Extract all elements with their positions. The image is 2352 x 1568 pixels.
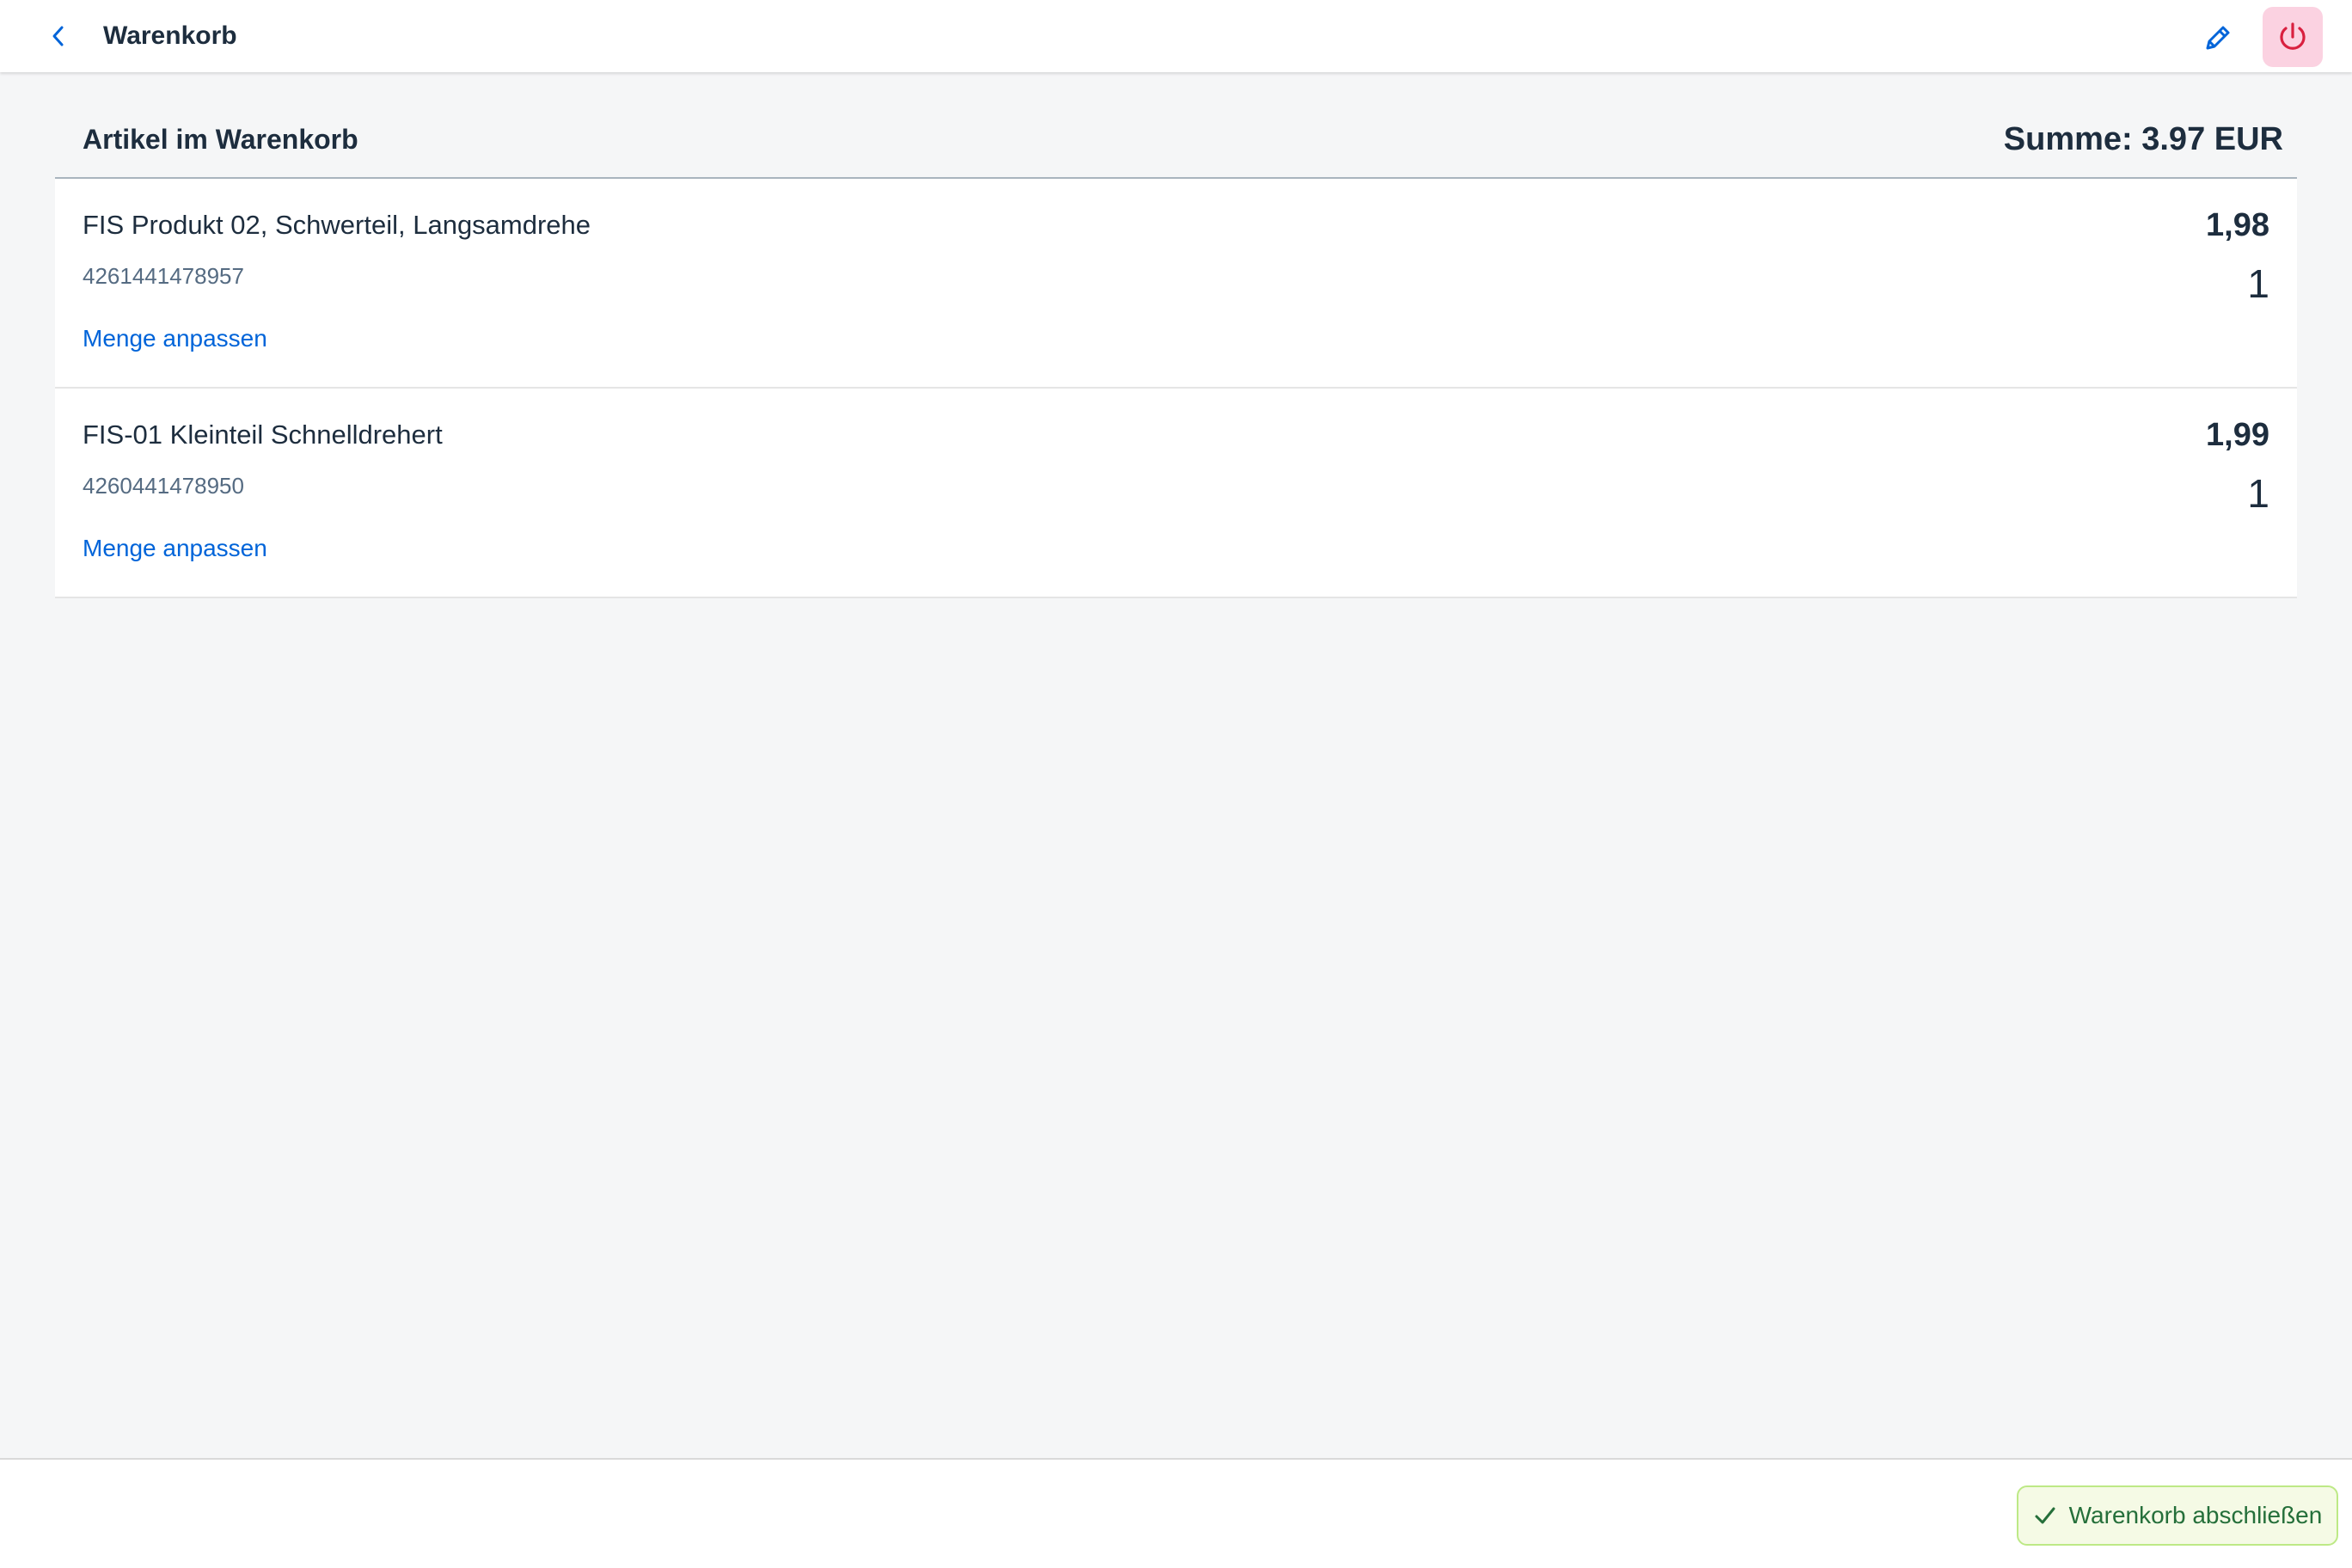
- item-price: 1,99: [2206, 417, 2269, 453]
- complete-cart-button[interactable]: Warenkorb abschließen: [2017, 1485, 2338, 1546]
- pencil-icon: [2206, 26, 2230, 50]
- back-button[interactable]: [38, 15, 79, 57]
- item-price: 1,98: [2206, 207, 2269, 243]
- adjust-quantity-link[interactable]: Menge anpassen: [83, 533, 267, 564]
- cart-item: FIS-01 Kleinteil Schnelldrehert 42604414…: [55, 389, 2297, 598]
- item-name: FIS Produkt 02, Schwerteil, Langsamdrehe: [83, 210, 591, 240]
- adjust-quantity-link[interactable]: Menge anpassen: [83, 323, 267, 354]
- logout-button[interactable]: [2263, 7, 2323, 67]
- page-title: Warenkorb: [103, 21, 237, 50]
- checkmark-icon: [2035, 1507, 2055, 1524]
- item-name: FIS-01 Kleinteil Schnelldrehert: [83, 420, 443, 450]
- item-quantity: 1: [2247, 471, 2269, 516]
- cart-item: FIS Produkt 02, Schwerteil, Langsamdrehe…: [55, 179, 2297, 389]
- cart-list-title: Artikel im Warenkorb: [83, 124, 358, 155]
- item-quantity: 1: [2247, 261, 2269, 306]
- cart-total-sum: Summe: 3.97 EUR: [2003, 121, 2283, 157]
- footer-toolbar: Warenkorb abschließen: [0, 1458, 2352, 1568]
- item-ean: 4260441478950: [83, 473, 244, 499]
- power-icon: [2280, 22, 2306, 50]
- edit-button[interactable]: [2196, 15, 2240, 60]
- shell-header: Warenkorb: [0, 0, 2352, 72]
- complete-cart-label: Warenkorb abschließen: [2068, 1502, 2323, 1528]
- cart-item-list: FIS Produkt 02, Schwerteil, Langsamdrehe…: [55, 179, 2297, 598]
- item-ean: 4261441478957: [83, 263, 244, 289]
- chevron-left-icon: [52, 26, 64, 46]
- cart-list-header: Artikel im Warenkorb Summe: 3.97 EUR: [55, 112, 2297, 179]
